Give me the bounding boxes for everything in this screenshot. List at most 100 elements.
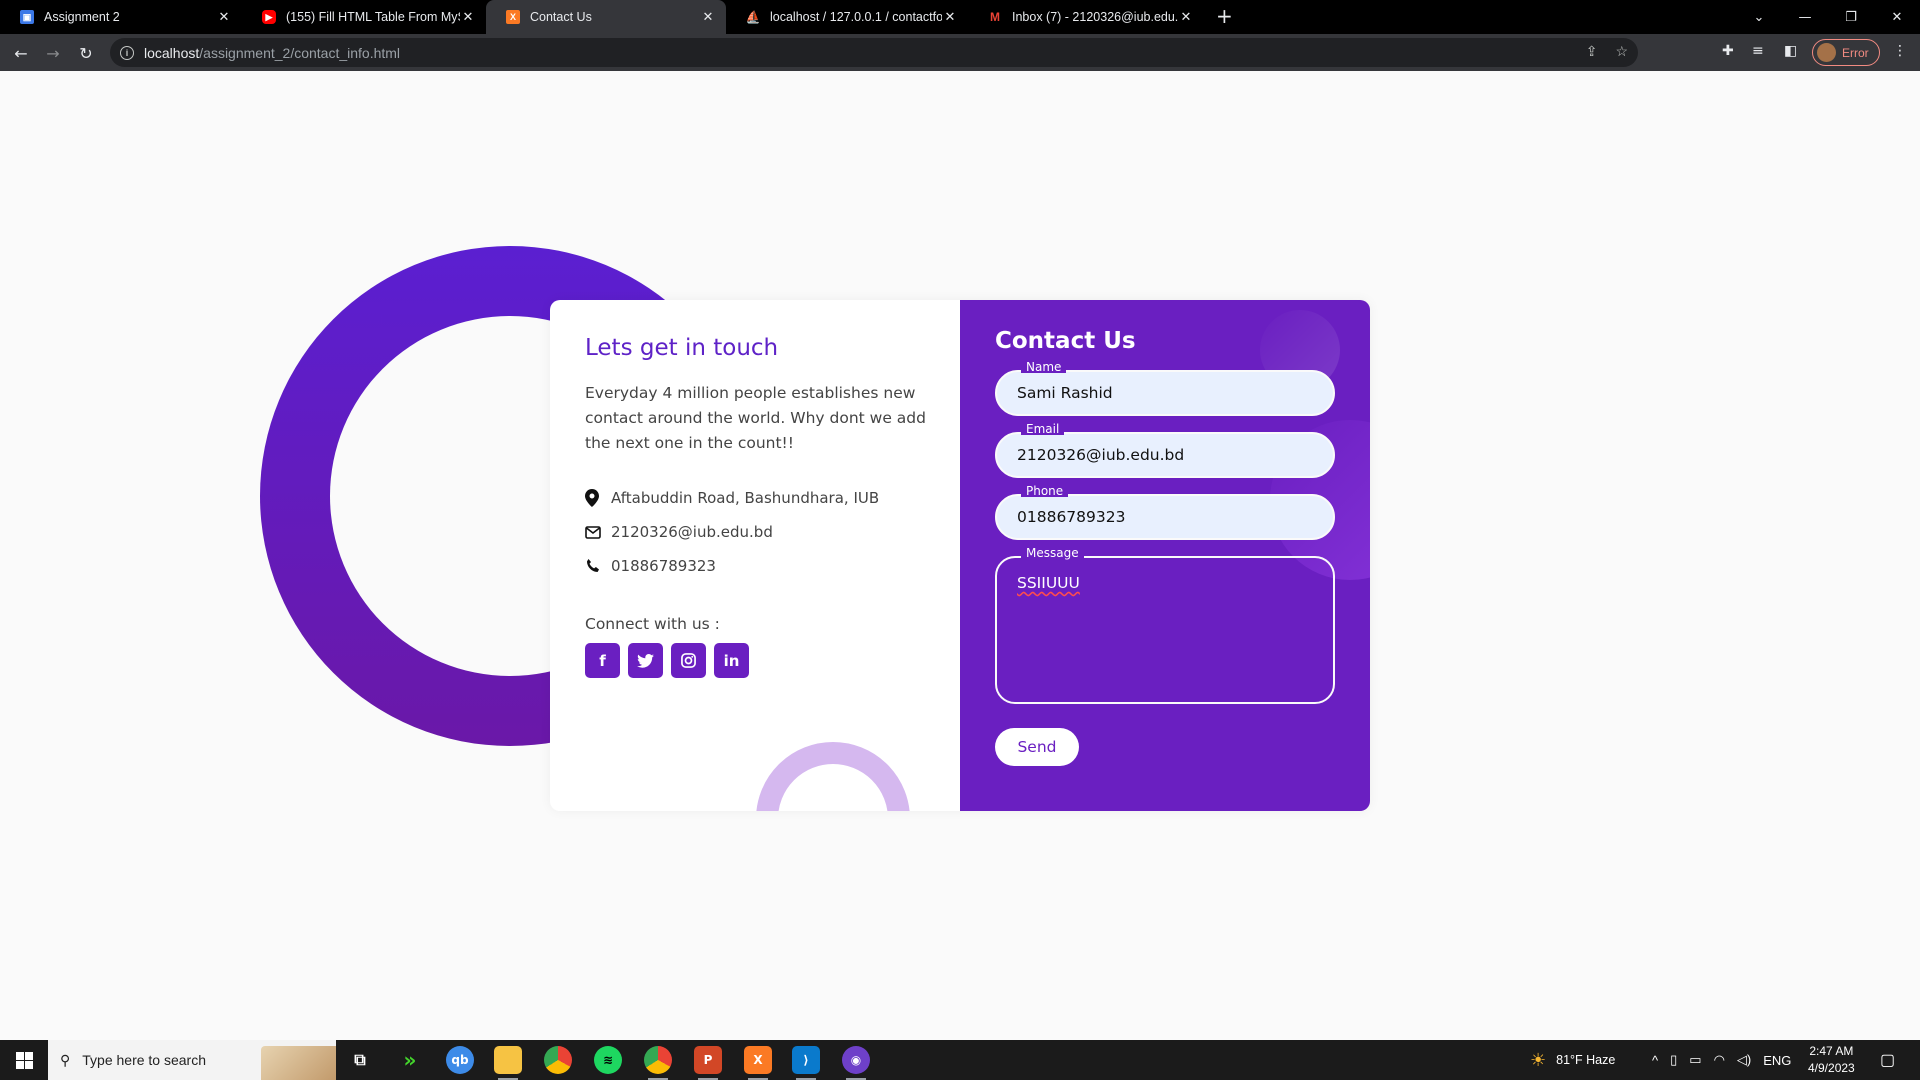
instagram-icon[interactable]	[671, 643, 706, 678]
email-text: 2120326@iub.edu.bd	[611, 523, 773, 541]
task-view-icon[interactable]: ⧉	[346, 1046, 374, 1074]
menu-kebab-icon[interactable]: ⋮	[1893, 43, 1907, 59]
spotify-icon[interactable]: ≋	[594, 1046, 622, 1074]
tab-bar: ▣ Assignment 2 ✕ ▶ (155) Fill HTML Table…	[0, 0, 1920, 34]
weather-widget[interactable]: ☀ 81°F Haze	[1530, 1040, 1615, 1080]
close-icon[interactable]: ✕	[1178, 9, 1194, 25]
minimize-button[interactable]: —	[1782, 0, 1828, 34]
url-host: localhost	[144, 44, 200, 61]
phone-input[interactable]: 01886789323	[995, 494, 1335, 540]
decorative-circle	[756, 742, 910, 811]
search-icon: ⚲	[60, 1051, 71, 1068]
chrome-profile-icon[interactable]	[644, 1046, 672, 1080]
language-indicator[interactable]: ENG	[1763, 1053, 1791, 1068]
tab-title: Inbox (7) - 2120326@iub.edu.bd	[1012, 10, 1178, 24]
phone-field-group: Phone 01886789323	[995, 485, 1335, 540]
name-input[interactable]: Sami Rashid	[995, 370, 1335, 416]
email-input[interactable]: 2120326@iub.edu.bd	[995, 432, 1335, 478]
windows-start-icon[interactable]	[0, 1040, 48, 1080]
email-label: Email	[1021, 423, 1065, 435]
phone-text: 01886789323	[611, 557, 716, 575]
avatar	[1817, 43, 1836, 62]
send-button[interactable]: Send	[995, 728, 1079, 766]
chevron-up-icon[interactable]: ^	[1652, 1053, 1658, 1068]
phone-label: Phone	[1021, 485, 1069, 497]
side-panel-icon[interactable]: ◧	[1784, 43, 1797, 59]
email-field-group: Email 2120326@iub.edu.bd	[995, 423, 1335, 478]
taskbar: ⚲ Type here to search ⧉ » qb ≋ P X ⟩ ◉ ☀…	[0, 1040, 1920, 1080]
envelope-icon	[585, 525, 611, 539]
clock[interactable]: 2:47 AM 4/9/2023	[1808, 1043, 1855, 1077]
close-icon[interactable]: ✕	[942, 9, 958, 25]
notification-icon[interactable]: ▢	[1880, 1040, 1895, 1080]
close-window-button[interactable]: ✕	[1874, 0, 1920, 34]
xampp-icon[interactable]: X	[744, 1046, 772, 1080]
tab-gmail[interactable]: M Inbox (7) - 2120326@iub.edu.bd ✕	[968, 0, 1204, 34]
tab-assignment-2[interactable]: ▣ Assignment 2 ✕	[0, 0, 242, 34]
tab-phpmyadmin[interactable]: ⛵ localhost / 127.0.0.1 / contactfor ✕	[726, 0, 968, 34]
info-title: Lets get in touch	[585, 335, 779, 361]
person-icon: ▣	[20, 10, 34, 24]
extensions-icon[interactable]: ✚	[1722, 43, 1734, 59]
bookmark-star-icon[interactable]: ☆	[1615, 43, 1628, 60]
clock-time: 2:47 AM	[1809, 1044, 1854, 1058]
qbittorrent-icon[interactable]: qb	[446, 1046, 474, 1074]
forward-arrow-icon[interactable]: →	[41, 41, 65, 65]
phone-item: 01886789323	[585, 549, 925, 583]
info-icon[interactable]: i	[120, 45, 134, 60]
facebook-icon[interactable]: f	[585, 643, 620, 678]
app-green-arrows-icon[interactable]: »	[396, 1046, 424, 1074]
name-label: Name	[1021, 361, 1067, 373]
linkedin-icon[interactable]: in	[714, 643, 749, 678]
github-desktop-icon[interactable]: ◉	[842, 1046, 870, 1080]
message-text: SSIIUUU	[1017, 574, 1080, 592]
media-control-icon[interactable]: ≡	[1752, 43, 1764, 59]
restore-button[interactable]: ❐	[1828, 0, 1874, 34]
back-arrow-icon[interactable]: ←	[9, 41, 33, 65]
new-tab-button[interactable]: +	[1216, 4, 1233, 28]
social-links: f in	[585, 643, 925, 678]
weather-text: 81°F Haze	[1556, 1053, 1616, 1067]
address-item: Aftabuddin Road, Bashundhara, IUB	[585, 481, 925, 515]
tab-title: localhost / 127.0.0.1 / contactfor	[770, 10, 942, 24]
device-icon[interactable]: ▯	[1670, 1052, 1677, 1068]
battery-icon[interactable]: ▭	[1689, 1052, 1701, 1068]
address-bar[interactable]: i localhost/assignment_2/contact_info.ht…	[110, 38, 1638, 67]
browser-toolbar: ← → ↻ i localhost/assignment_2/contact_i…	[0, 34, 1920, 71]
wifi-icon[interactable]: ◠	[1714, 1052, 1725, 1068]
reload-icon[interactable]: ↻	[74, 41, 98, 65]
page-content: Lets get in touch Everyday 4 million peo…	[0, 71, 1920, 1040]
vscode-icon[interactable]: ⟩	[792, 1046, 820, 1080]
taskbar-search[interactable]: ⚲ Type here to search	[48, 1040, 336, 1080]
connect-label: Connect with us :	[585, 615, 720, 633]
twitter-icon[interactable]	[628, 643, 663, 678]
info-list: Aftabuddin Road, Bashundhara, IUB 212032…	[585, 481, 925, 583]
close-icon[interactable]: ✕	[460, 9, 476, 25]
tab-contact-us[interactable]: X Contact Us ✕	[486, 0, 726, 34]
close-icon[interactable]: ✕	[700, 9, 716, 25]
message-label: Message	[1021, 547, 1084, 559]
xampp-icon: X	[506, 10, 520, 24]
youtube-icon: ▶	[262, 10, 276, 24]
phone-icon	[585, 558, 611, 574]
profile-button[interactable]: Error	[1812, 39, 1880, 66]
system-tray: ^ ▯ ▭ ◠ ◁) ENG	[1652, 1040, 1791, 1080]
message-textarea[interactable]: SSIIUUU	[995, 556, 1335, 704]
phpmyadmin-icon: ⛵	[745, 10, 761, 24]
location-pin-icon	[585, 489, 611, 507]
close-icon[interactable]: ✕	[216, 9, 232, 25]
chrome-icon[interactable]	[544, 1046, 572, 1074]
info-panel: Lets get in touch Everyday 4 million peo…	[550, 300, 960, 811]
share-icon[interactable]: ⇪	[1586, 43, 1598, 60]
haze-sun-icon: ☀	[1530, 1049, 1547, 1070]
address-text: Aftabuddin Road, Bashundhara, IUB	[611, 489, 880, 507]
file-explorer-icon[interactable]	[494, 1046, 522, 1080]
powerpoint-icon[interactable]: P	[694, 1046, 722, 1080]
email-item: 2120326@iub.edu.bd	[585, 515, 925, 549]
volume-icon[interactable]: ◁)	[1737, 1052, 1751, 1068]
tab-title: Contact Us	[530, 10, 592, 24]
info-text: Everyday 4 million people establishes ne…	[585, 384, 926, 452]
tab-youtube[interactable]: ▶ (155) Fill HTML Table From MySQ ✕	[242, 0, 486, 34]
tab-search-chevron-icon[interactable]: ⌄	[1736, 0, 1782, 34]
name-field-group: Name Sami Rashid	[995, 361, 1335, 416]
